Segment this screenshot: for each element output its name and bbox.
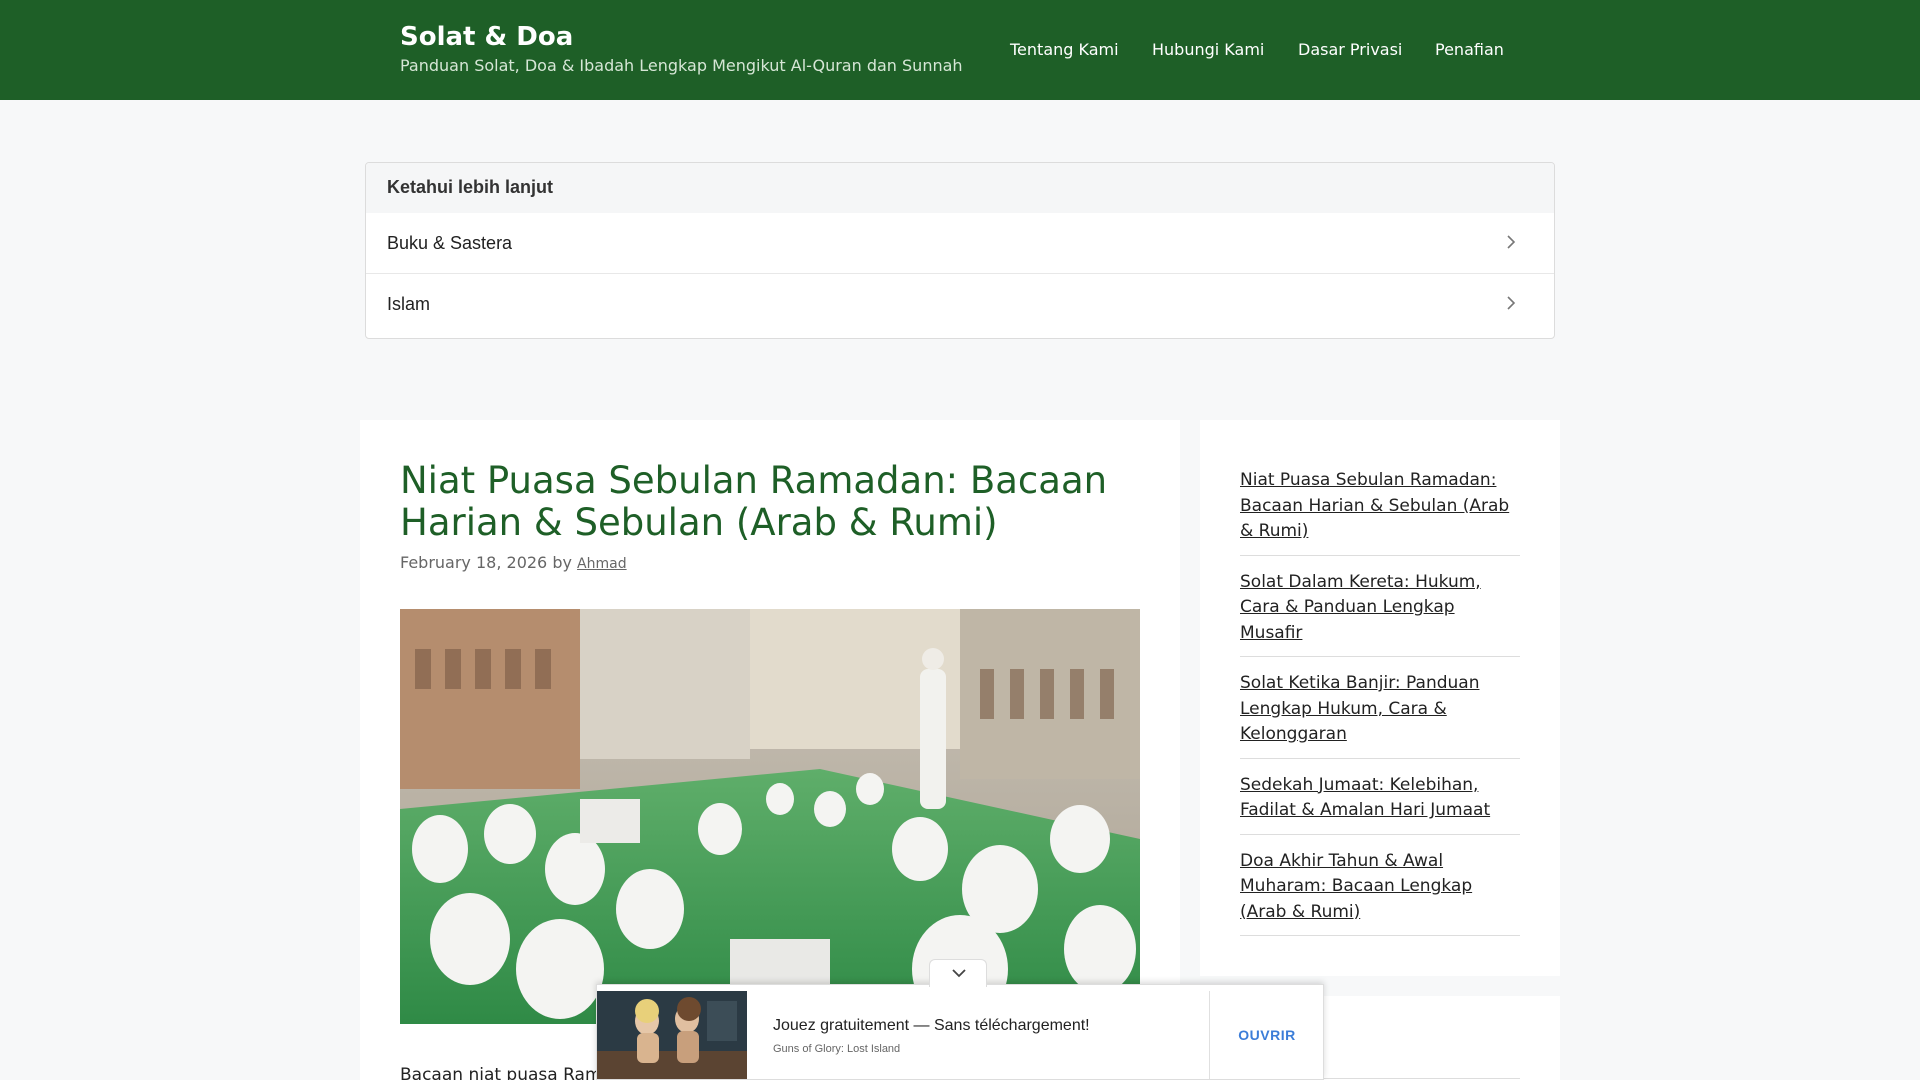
recent-post-link[interactable]: Doa Akhir Tahun & Awal Muharam: Bacaan L… (1240, 851, 1472, 922)
learn-more-item-islam[interactable]: Islam (366, 273, 1554, 333)
chevron-right-icon (1507, 296, 1516, 310)
article-featured-image (400, 609, 1140, 1024)
article-title: Niat Puasa Sebulan Ramadan: Bacaan Haria… (400, 459, 1108, 544)
article-excerpt: Bacaan niat puasa Ram (400, 1065, 602, 1080)
ad-collapse-button[interactable] (929, 959, 987, 987)
chevron-right-icon (1507, 235, 1516, 249)
learn-more-heading: Ketahui lebih lanjut (366, 163, 1554, 213)
list-item: Sedekah Jumaat: Kelebihan, Fadilat & Ama… (1240, 773, 1520, 835)
recent-post-link[interactable]: Solat Ketika Banjir: Panduan Lengkap Huk… (1240, 673, 1479, 744)
recent-post-link[interactable]: Sedekah Jumaat: Kelebihan, Fadilat & Ama… (1240, 775, 1490, 821)
article-meta: February 18, 2026 by Ahmad (400, 553, 627, 572)
ad-headline[interactable]: Jouez gratuitement — Sans téléchargement… (773, 1017, 1090, 1035)
learn-more-box: Ketahui lebih lanjut Buku & Sastera Isla… (365, 162, 1555, 339)
nav-link-tentang-kami[interactable]: Tentang Kami (1010, 40, 1119, 59)
article-author-link[interactable]: Ahmad (577, 556, 627, 572)
ad-thumbnail[interactable] (597, 991, 747, 1079)
list-item: Solat Dalam Kereta: Hukum, Cara & Pandua… (1240, 570, 1520, 657)
list-item: Solat Ketika Banjir: Panduan Lengkap Huk… (1240, 671, 1520, 759)
list-item: Doa Akhir Tahun & Awal Muharam: Bacaan L… (1240, 849, 1520, 936)
recent-posts-list: Niat Puasa Sebulan Ramadan: Bacaan Haria… (1240, 468, 1520, 950)
article-date: February 18, 2026 (400, 553, 548, 572)
recent-post-link[interactable]: Niat Puasa Sebulan Ramadan: Bacaan Haria… (1240, 470, 1509, 541)
article-by: by (552, 553, 572, 572)
learn-more-item-buku-sastera[interactable]: Buku & Sastera (366, 213, 1554, 273)
list-item: Niat Puasa Sebulan Ramadan: Bacaan Haria… (1240, 468, 1520, 556)
sidebar-recent-posts: Niat Puasa Sebulan Ramadan: Bacaan Haria… (1200, 420, 1560, 976)
ad-source: Guns of Glory: Lost Island (773, 1043, 901, 1055)
recent-post-link[interactable]: Solat Dalam Kereta: Hukum, Cara & Pandua… (1240, 572, 1481, 643)
article-card: Niat Puasa Sebulan Ramadan: Bacaan Haria… (360, 420, 1180, 1080)
learn-more-item-label: Islam (387, 294, 431, 314)
chevron-down-icon (952, 969, 966, 978)
site-header: Solat & Doa Panduan Solat, Doa & Ibadah … (0, 0, 1920, 100)
ad-banner[interactable]: Jouez gratuitement — Sans téléchargement… (596, 959, 1324, 1080)
nav-link-penafian[interactable]: Penafian (1435, 40, 1504, 59)
ad-open-button[interactable]: OUVRIR (1210, 991, 1324, 1079)
learn-more-item-label: Buku & Sastera (387, 233, 513, 253)
main-nav: Tentang Kami Hubungi Kami Dasar Privasi … (0, 40, 1920, 60)
nav-link-dasar-privasi[interactable]: Dasar Privasi (1298, 40, 1402, 59)
nav-link-hubungi-kami[interactable]: Hubungi Kami (1152, 40, 1264, 59)
